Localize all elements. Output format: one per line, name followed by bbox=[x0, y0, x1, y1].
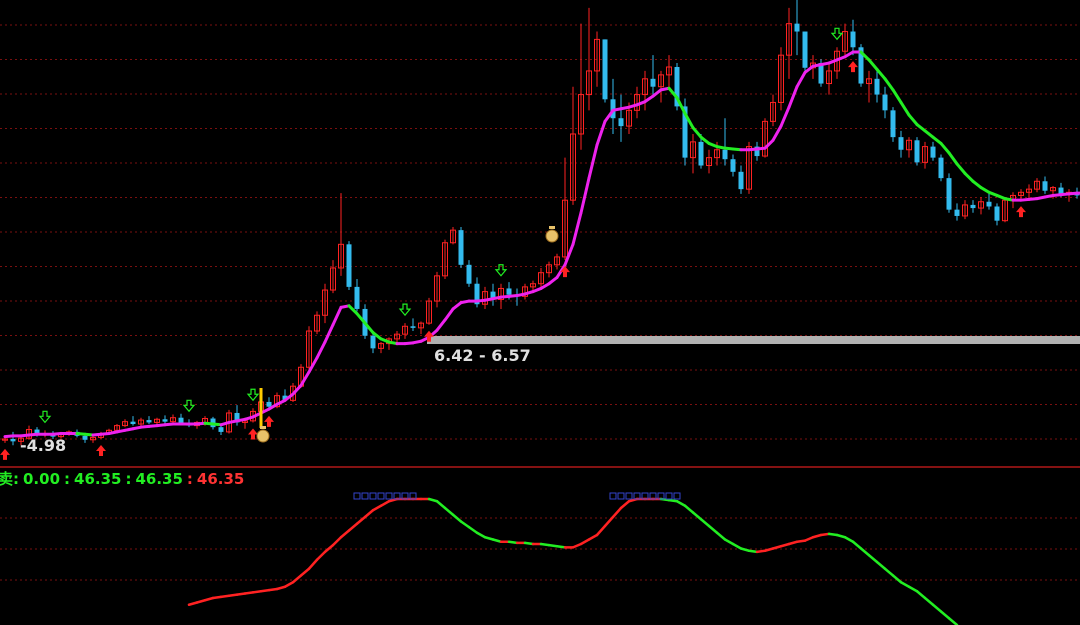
low-price-value: 4.98 bbox=[27, 436, 66, 455]
low-price-label: -4.98 bbox=[20, 436, 66, 455]
candle-body bbox=[146, 420, 152, 423]
candle-body bbox=[730, 159, 736, 172]
signal-bar bbox=[259, 388, 263, 428]
indicator-value-1: 0.00 bbox=[23, 470, 60, 488]
candle-body bbox=[698, 141, 704, 166]
candle-body bbox=[370, 335, 376, 349]
kline-chart: 6.42 - 6.57 -4.98 卖: 0.00:46.35:46.35:46.… bbox=[0, 0, 1080, 625]
indicator-sep-1: : bbox=[64, 470, 70, 488]
money-bag-icon bbox=[549, 226, 555, 229]
candle-body bbox=[938, 157, 944, 179]
candle-body bbox=[506, 288, 512, 295]
indicator-sep-2: : bbox=[125, 470, 131, 488]
low-price-marker: - bbox=[20, 436, 27, 455]
candle-body bbox=[930, 146, 936, 158]
price-zone-band bbox=[427, 336, 1080, 344]
candle-body bbox=[882, 94, 888, 111]
candle-body bbox=[10, 438, 16, 442]
candle-body bbox=[738, 171, 744, 190]
candle-body bbox=[794, 23, 800, 32]
candle-body bbox=[266, 401, 272, 407]
candle-body bbox=[162, 419, 168, 422]
indicator-sep-3: : bbox=[187, 470, 193, 488]
money-bag-icon bbox=[545, 229, 559, 243]
candle-body bbox=[874, 78, 880, 95]
candle-body bbox=[946, 178, 952, 210]
candle-body bbox=[354, 286, 360, 309]
candle-body bbox=[722, 149, 728, 160]
candle-body bbox=[218, 427, 224, 432]
money-bag-icon bbox=[260, 426, 266, 429]
candle-body bbox=[1058, 187, 1064, 194]
candle-body bbox=[890, 110, 896, 138]
indicator-value-2: 46.35 bbox=[74, 470, 121, 488]
candle-body bbox=[1042, 181, 1048, 191]
candle-body bbox=[898, 137, 904, 150]
candle-body bbox=[970, 204, 976, 209]
candle-body bbox=[410, 326, 416, 328]
candle-body bbox=[650, 78, 656, 87]
candle-body bbox=[914, 140, 920, 163]
candle-body bbox=[82, 435, 88, 440]
candle-body bbox=[954, 209, 960, 216]
candle-body bbox=[130, 421, 136, 425]
chart-canvas: 6.42 - 6.57 -4.98 卖: 0.00:46.35:46.35:46.… bbox=[0, 0, 1080, 625]
candle-body bbox=[618, 118, 624, 127]
price-zone-label: 6.42 - 6.57 bbox=[434, 346, 531, 365]
indicator-title: 卖: bbox=[0, 470, 19, 488]
candle-body bbox=[602, 39, 608, 100]
candle-body bbox=[466, 264, 472, 284]
candle-body bbox=[802, 31, 808, 68]
candle-body bbox=[850, 31, 856, 48]
candle-body bbox=[458, 230, 464, 265]
candle-body bbox=[178, 417, 184, 424]
indicator-value-3: 46.35 bbox=[135, 470, 182, 488]
price-zone bbox=[427, 336, 1080, 344]
candle-body bbox=[346, 244, 352, 287]
indicator-value-4: 46.35 bbox=[197, 470, 244, 488]
money-bag-icon bbox=[256, 429, 270, 443]
candle-body bbox=[986, 201, 992, 207]
candle-body bbox=[994, 206, 1000, 221]
